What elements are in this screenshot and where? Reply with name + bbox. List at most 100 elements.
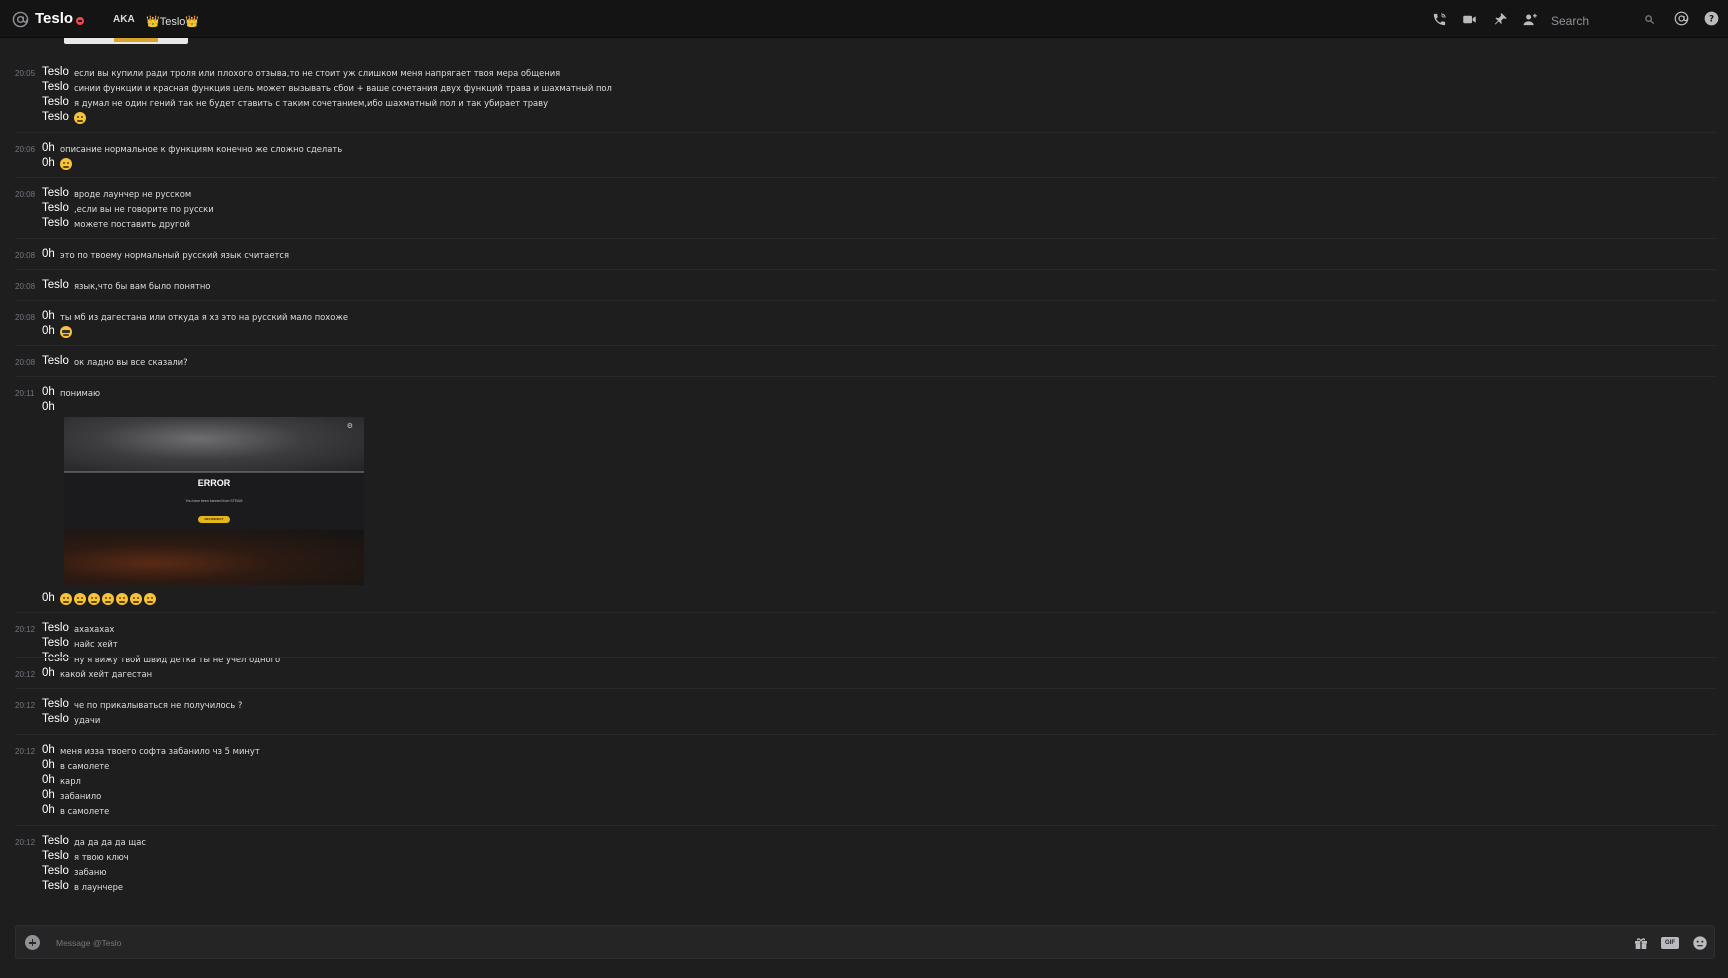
message-author[interactable]: Teslo [42,202,69,214]
gif-icon[interactable]: GIF [1661,937,1679,949]
message-timestamp: 20:06 [15,145,36,154]
message-timestamp: 20:12 [15,670,36,679]
message-author[interactable]: Teslo [42,187,69,199]
message-author[interactable]: Teslo [42,66,69,78]
message-line: 20:12 0h меня изза твоего софта забанило ч… [0,744,1700,759]
message-author[interactable]: Teslo [42,81,69,93]
mentions-icon[interactable] [1673,11,1690,26]
message-line: 20:12 0h какой хейт дагестан [0,667,1700,682]
message-author[interactable]: Teslo [42,622,69,634]
message-text: это по твоему нормальный русский язык сч… [60,250,289,260]
message-line: 0h [0,592,1700,607]
message-text: в лаунчере [74,882,124,892]
thinking-face-emoji-icon [60,593,72,605]
svg-text:?: ? [1709,15,1714,25]
message-author[interactable]: Teslo [42,111,69,123]
message-line: Teslo ну я вижу твой швид детка ты не уче… [0,652,1700,667]
gift-icon[interactable] [1633,935,1649,951]
message-author[interactable]: Teslo [42,279,69,291]
reconnect-button: RECONNECT [198,516,230,523]
message-divider [15,238,1715,239]
nickname: 👑Teslo👑 [146,16,200,28]
message-author[interactable]: 0h [42,804,55,816]
help-icon[interactable]: ? [1703,11,1720,26]
message-timestamp: 20:12 [15,625,36,634]
message-author[interactable]: Teslo [42,217,69,229]
message-author[interactable]: 0h [42,789,55,801]
image-attachment[interactable]: ⚙ ERROR You have been banned from STEAM REC… [64,417,364,585]
message-author[interactable]: Teslo [42,850,69,862]
message-author[interactable]: 0h [42,759,55,771]
message-author[interactable]: Teslo [42,835,69,847]
add-friend-icon[interactable] [1522,12,1539,27]
thinking-face-emoji-icon [88,593,100,605]
message-divider [15,657,1715,658]
message-divider [15,734,1715,735]
message-author[interactable]: 0h [42,325,55,337]
message-author[interactable]: 0h [42,774,55,786]
message-author[interactable]: Teslo [42,880,69,892]
video-call-icon[interactable] [1461,12,1478,27]
message-line: 0h карл [0,774,1700,789]
message-author[interactable]: Teslo [42,96,69,108]
attachment-sky [64,417,364,472]
message-divider [15,825,1715,826]
message-line: 20:06 0h описание нормальное к функциям ко… [0,142,1700,157]
message-text: в самолете [60,806,110,816]
message-author[interactable]: Teslo [42,637,69,649]
message-author[interactable]: Teslo [42,713,69,725]
thinking-face-emoji-icon [116,593,128,605]
voice-call-icon[interactable] [1431,12,1448,27]
message-text: понимаю [60,388,101,398]
message-line: Teslo [0,111,1700,126]
message-author[interactable]: 0h [42,667,55,679]
search-input[interactable] [1551,11,1653,31]
message-author[interactable]: 0h [42,592,55,604]
message-author[interactable]: Teslo [42,355,69,367]
message-line: 0h [0,157,1700,172]
message-author[interactable]: 0h [42,157,55,169]
message-line: Teslo синии функции и красная функция цел… [0,81,1700,96]
message-line: 0h [0,325,1700,340]
message-text [60,593,158,605]
message-line: 20:08 Teslo вроде лаунчер не русском [0,187,1700,202]
message-list: 20:05 Teslo если вы купили ради троля или … [0,38,1728,918]
message-timestamp: 20:08 [15,190,36,199]
message-text: найс хейт [74,639,118,649]
message-author[interactable]: 0h [42,248,55,260]
message-author[interactable]: Teslo [42,698,69,710]
message-text: меня изза твоего софта забанило чз 5 мин… [60,746,260,756]
message-line: Teslo найс хейт [0,637,1700,652]
message-author[interactable]: 0h [42,142,55,154]
message-divider [15,269,1715,270]
upload-plus-icon[interactable] [25,935,40,950]
message-author[interactable]: 0h [42,310,55,322]
message-divider [15,345,1715,346]
pin-icon[interactable] [1492,12,1509,27]
message-timestamp: 20:12 [15,747,36,756]
message-author[interactable]: Teslo [42,652,69,664]
message-text: забаню [74,867,107,877]
message-line: 20:08 Teslo язык,что бы вам было понятно [0,279,1700,294]
emoji-picker-icon[interactable] [1692,935,1708,951]
message-author[interactable]: Teslo [42,865,69,877]
previous-image-attachment[interactable] [64,38,188,44]
thinking-face-emoji-icon [130,593,142,605]
message-text: описание нормальное к функциям конечно ж… [60,144,343,154]
message-author[interactable]: 0h [42,401,55,413]
message-divider [15,132,1715,133]
message-line: Teslo удачи [0,713,1700,728]
message-text: язык,что бы вам было понятно [74,281,211,291]
error-title: ERROR [197,478,231,488]
message-author[interactable]: 0h [42,744,55,756]
message-line: Teslo ,если вы не говорите по русски [0,202,1700,217]
confused-face-emoji-icon [74,112,86,124]
message-timestamp: 20:08 [15,251,36,260]
message-author[interactable]: 0h [42,386,55,398]
message-input[interactable] [56,935,1606,951]
message-divider [15,612,1715,613]
message-line: Teslo я думал не один гений так не будет … [0,96,1700,111]
attachment-ground [64,530,364,585]
message-line: 20:08 Teslo ок ладно вы все сказали? [0,355,1700,370]
message-line: 20:08 0h ты мб из дагестана или откуда я х… [0,310,1700,325]
